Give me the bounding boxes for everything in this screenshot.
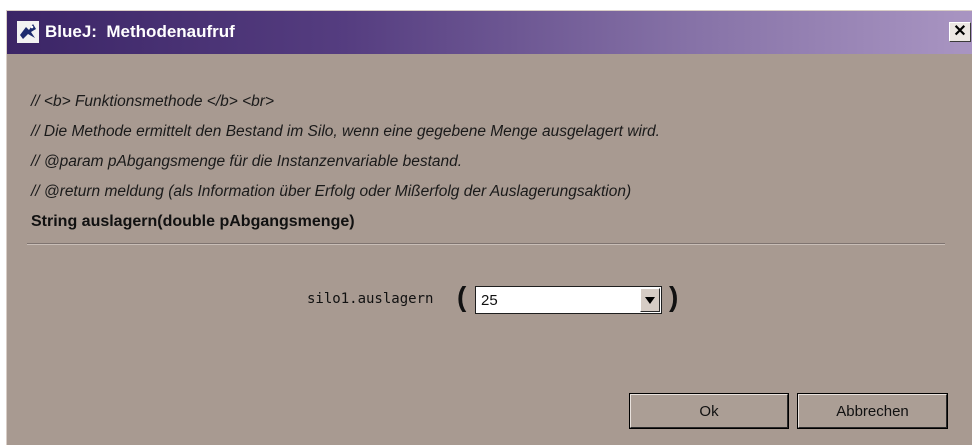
- comment-line: // @param pAbgangsmenge für die Instanze…: [31, 153, 463, 170]
- argument-combobox[interactable]: 25: [475, 286, 662, 314]
- dropdown-button[interactable]: [640, 288, 660, 312]
- close-button[interactable]: ✕: [949, 22, 971, 42]
- argument-value: 25: [481, 292, 498, 309]
- chevron-down-icon: [645, 296, 655, 304]
- close-icon: ✕: [953, 23, 967, 40]
- cancel-button[interactable]: Abbrechen: [797, 393, 948, 429]
- ok-button[interactable]: Ok: [629, 393, 789, 429]
- method-signature: String auslagern(double pAbgangsmenge): [31, 213, 355, 230]
- comment-line: // @return meldung (als Information über…: [31, 183, 632, 200]
- bluej-bird-icon: [17, 21, 39, 43]
- call-label: silo1.auslagern: [307, 291, 434, 307]
- comment-line: // <b> Funktionsmethode </b> <br>: [31, 93, 274, 110]
- title-bar[interactable]: BlueJ: Methodenaufruf ✕: [7, 11, 972, 54]
- separator: [27, 243, 945, 245]
- open-paren: (: [457, 281, 467, 312]
- close-paren: ): [669, 281, 679, 312]
- comment-line: // Die Methode ermittelt den Bestand im …: [31, 123, 660, 140]
- window-title: BlueJ: Methodenaufruf: [45, 22, 235, 41]
- method-call-dialog: BlueJ: Methodenaufruf ✕ // <b> Funktions…: [6, 10, 972, 445]
